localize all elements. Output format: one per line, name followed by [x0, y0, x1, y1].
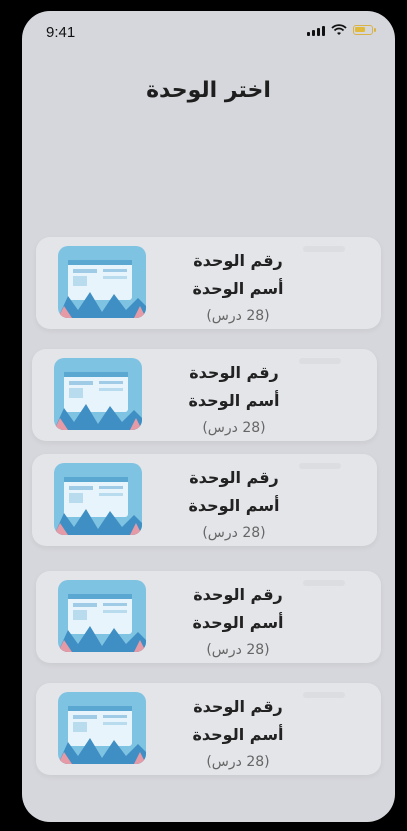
unit-thumbnail-illustration: [58, 580, 146, 652]
unit-text: رقم الوحدة أسم الوحدة (28 درس): [174, 359, 294, 441]
placeholder-bar: [303, 580, 345, 586]
unit-card[interactable]: رقم الوحدة أسم الوحدة (28 درس): [36, 571, 381, 663]
placeholder-bar: [303, 246, 345, 252]
unit-name: أسم الوحدة: [192, 725, 284, 744]
unit-lessons-count: (28 درس): [202, 525, 266, 541]
unit-text: رقم الوحدة أسم الوحدة (28 درس): [178, 247, 298, 329]
unit-number: رقم الوحدة: [193, 251, 283, 270]
unit-number: رقم الوحدة: [189, 468, 279, 487]
unit-list: رقم الوحدة أسم الوحدة (28 درس) رقم الوحد: [22, 11, 395, 822]
unit-name: أسم الوحدة: [188, 496, 280, 515]
unit-text: رقم الوحدة أسم الوحدة (28 درس): [178, 581, 298, 663]
unit-name: أسم الوحدة: [192, 279, 284, 298]
unit-number: رقم الوحدة: [193, 697, 283, 716]
placeholder-bar: [299, 463, 341, 469]
unit-lessons-count: (28 درس): [206, 754, 270, 770]
unit-card[interactable]: رقم الوحدة أسم الوحدة (28 درس): [36, 683, 381, 775]
unit-lessons-count: (28 درس): [206, 642, 270, 658]
unit-name: أسم الوحدة: [188, 391, 280, 410]
unit-number: رقم الوحدة: [193, 585, 283, 604]
placeholder-bar: [299, 358, 341, 364]
unit-number: رقم الوحدة: [189, 363, 279, 382]
placeholder-bar: [303, 692, 345, 698]
unit-lessons-count: (28 درس): [202, 420, 266, 436]
unit-name: أسم الوحدة: [192, 613, 284, 632]
unit-thumbnail-illustration: [54, 463, 142, 535]
unit-thumbnail-illustration: [58, 692, 146, 764]
unit-thumbnail-illustration: [54, 358, 142, 430]
unit-lessons-count: (28 درس): [206, 308, 270, 324]
unit-text: رقم الوحدة أسم الوحدة (28 درس): [174, 464, 294, 546]
unit-card[interactable]: رقم الوحدة أسم الوحدة (28 درس): [32, 454, 377, 546]
unit-thumbnail-illustration: [58, 246, 146, 318]
unit-card[interactable]: رقم الوحدة أسم الوحدة (28 درس): [32, 349, 377, 441]
phone-screen: 9:41 اختر الوحدة رقم الوحدة أسم الوحدة (…: [22, 11, 395, 822]
unit-card[interactable]: رقم الوحدة أسم الوحدة (28 درس): [36, 237, 381, 329]
unit-text: رقم الوحدة أسم الوحدة (28 درس): [178, 693, 298, 775]
